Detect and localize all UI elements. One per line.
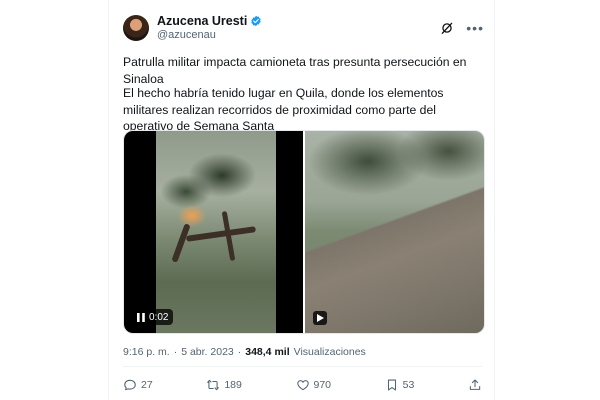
views-count: 348,4 mil xyxy=(245,346,290,358)
tweet-header: Azucena Uresti @azucenau ••• xyxy=(123,10,484,46)
header-actions: ••• xyxy=(440,21,484,35)
bookmark-button[interactable]: 53 xyxy=(385,378,415,392)
bookmark-count: 53 xyxy=(402,379,415,391)
like-button[interactable]: 970 xyxy=(296,378,332,392)
video-right[interactable] xyxy=(305,131,484,333)
reply-button[interactable]: 27 xyxy=(123,378,153,392)
reply-icon xyxy=(124,379,136,391)
share-button[interactable] xyxy=(468,378,482,392)
like-count: 970 xyxy=(313,379,332,391)
post-text-line2: El hecho habría tenido lugar en Quila, d… xyxy=(123,86,444,133)
action-bar: 27 189 970 53 xyxy=(123,376,482,394)
video-time: 0:02 xyxy=(149,311,169,323)
views-separator: · xyxy=(237,346,242,358)
repost-count: 189 xyxy=(224,379,242,391)
avatar[interactable] xyxy=(123,15,149,41)
more-icon[interactable]: ••• xyxy=(466,21,484,35)
tweet-card: Azucena Uresti @azucenau ••• Patrulla mi… xyxy=(108,0,495,400)
media-grid: 0:02 xyxy=(123,130,485,334)
pause-icon[interactable] xyxy=(137,312,145,322)
video-left[interactable]: 0:02 xyxy=(124,131,303,333)
handle[interactable]: @azucenau xyxy=(157,28,262,42)
author-names: Azucena Uresti @azucenau xyxy=(157,14,262,42)
post-date[interactable]: 5 abr. 2023 xyxy=(181,346,234,358)
display-name[interactable]: Azucena Uresti xyxy=(157,14,247,28)
video-right-frame xyxy=(305,131,484,333)
like-icon xyxy=(296,380,309,391)
post-meta: 9:16 p. m. · 5 abr. 2023 · 348,4 mil Vis… xyxy=(123,346,366,358)
post-text-line1: Patrulla militar impacta camioneta tras … xyxy=(123,55,467,86)
repost-icon xyxy=(207,379,220,391)
verified-icon xyxy=(251,15,262,27)
views-label: Visualizaciones xyxy=(293,346,366,358)
bookmark-icon xyxy=(387,379,396,391)
repost-button[interactable]: 189 xyxy=(206,378,242,392)
grok-icon[interactable] xyxy=(440,21,454,35)
play-icon xyxy=(316,314,324,322)
video-time-badge[interactable]: 0:02 xyxy=(132,309,174,325)
reply-count: 27 xyxy=(141,379,153,391)
share-icon xyxy=(469,379,481,390)
video-left-frame xyxy=(156,131,276,333)
name-row: Azucena Uresti xyxy=(157,14,262,28)
post-time[interactable]: 9:16 p. m. xyxy=(123,346,170,358)
divider xyxy=(123,366,482,367)
play-button[interactable] xyxy=(313,311,327,325)
meta-separator: · xyxy=(173,346,178,358)
